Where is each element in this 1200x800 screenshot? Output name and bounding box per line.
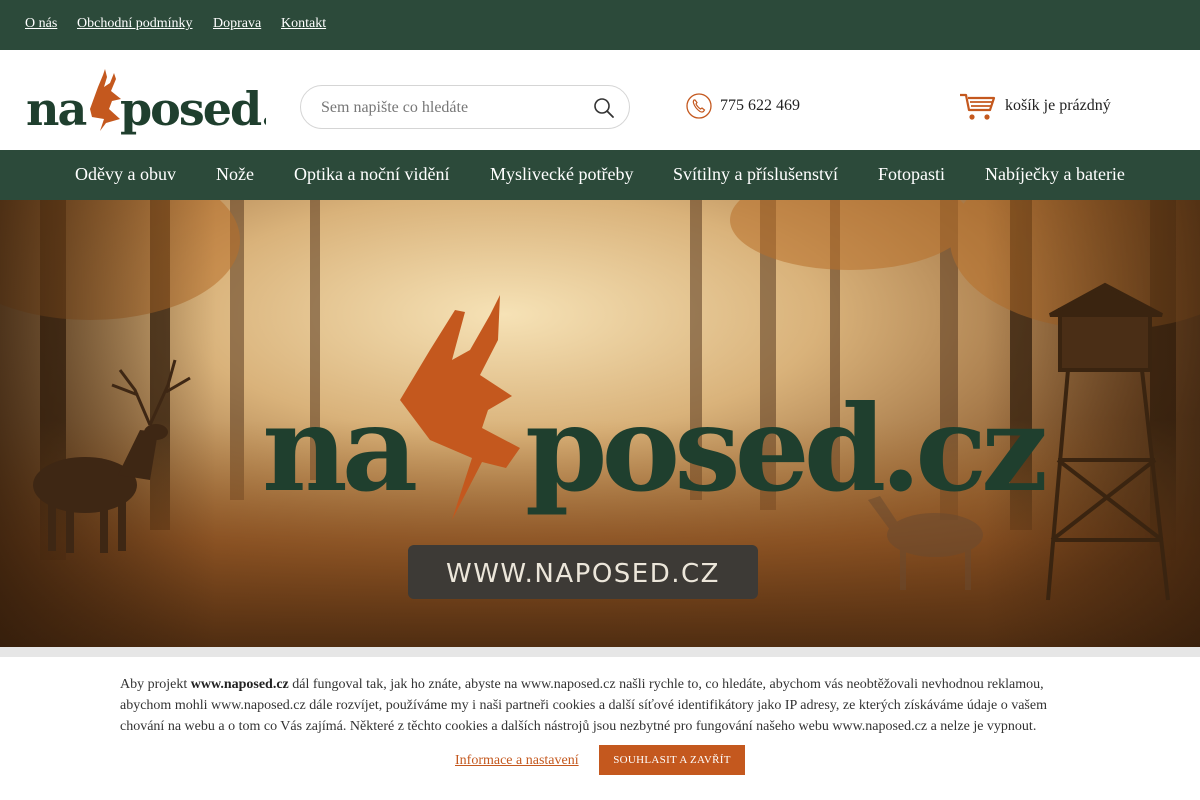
top-bar: O nás Obchodní podmínky Doprava Kontakt bbox=[0, 0, 1200, 50]
svg-text:na: na bbox=[262, 379, 416, 518]
cookie-settings-link[interactable]: Informace a nastavení bbox=[455, 753, 579, 769]
naposed-logo-graphic: na posed.cz bbox=[26, 69, 327, 136]
cookie-site-name: www.naposed.cz bbox=[190, 677, 289, 692]
site-header: na posed.cz 775 622 469 košík je prázdn bbox=[0, 50, 1200, 150]
svg-text:na: na bbox=[26, 82, 86, 136]
topbar-link-shipping[interactable]: Doprava bbox=[213, 16, 261, 32]
cart-icon bbox=[960, 93, 996, 120]
cookie-consent-text: Aby projekt www.naposed.cz dál fungoval … bbox=[120, 674, 1080, 737]
svg-text:posed.cz: posed.cz bbox=[525, 379, 1045, 518]
hero-banner[interactable]: na posed.cz WWW.NAPOSED.CZ bbox=[0, 200, 1200, 658]
phone-icon bbox=[686, 93, 712, 119]
hero-forest-image: na posed.cz WWW.NAPOSED.CZ bbox=[0, 200, 1200, 658]
cookie-text-start: Aby projekt bbox=[120, 677, 191, 692]
search-icon[interactable] bbox=[593, 97, 615, 119]
search-box bbox=[300, 85, 630, 129]
nav-item-hunting[interactable]: Myslivecké potřeby bbox=[490, 164, 633, 185]
cookie-accept-button[interactable]: SOUHLASIT A ZAVŘÍT bbox=[599, 745, 745, 775]
topbar-link-terms[interactable]: Obchodní podmínky bbox=[77, 16, 193, 32]
main-nav: Oděvy a obuv Nože Optika a noční vidění … bbox=[0, 150, 1200, 200]
site-logo[interactable]: na posed.cz bbox=[26, 65, 327, 137]
svg-text:posed.cz: posed.cz bbox=[120, 82, 266, 136]
cookie-consent-bar: Aby projekt www.naposed.cz dál fungoval … bbox=[0, 647, 1200, 800]
nav-item-chargers[interactable]: Nabíječky a baterie bbox=[985, 164, 1125, 185]
nav-item-flashlights[interactable]: Svítilny a příslušenství bbox=[673, 164, 838, 185]
phone-number[interactable]: 775 622 469 bbox=[720, 97, 800, 115]
topbar-link-about[interactable]: O nás bbox=[25, 16, 57, 32]
nav-item-clothing[interactable]: Oděvy a obuv bbox=[75, 164, 176, 185]
nav-item-knives[interactable]: Nože bbox=[216, 164, 254, 185]
search-input[interactable] bbox=[321, 96, 581, 120]
hero-url-banner: WWW.NAPOSED.CZ bbox=[446, 559, 720, 589]
cart-status: košík je prázdný bbox=[1005, 97, 1111, 114]
topbar-link-contact[interactable]: Kontakt bbox=[281, 16, 326, 32]
nav-item-trailcams[interactable]: Fotopasti bbox=[878, 164, 945, 185]
nav-item-optics[interactable]: Optika a noční vidění bbox=[294, 164, 449, 185]
